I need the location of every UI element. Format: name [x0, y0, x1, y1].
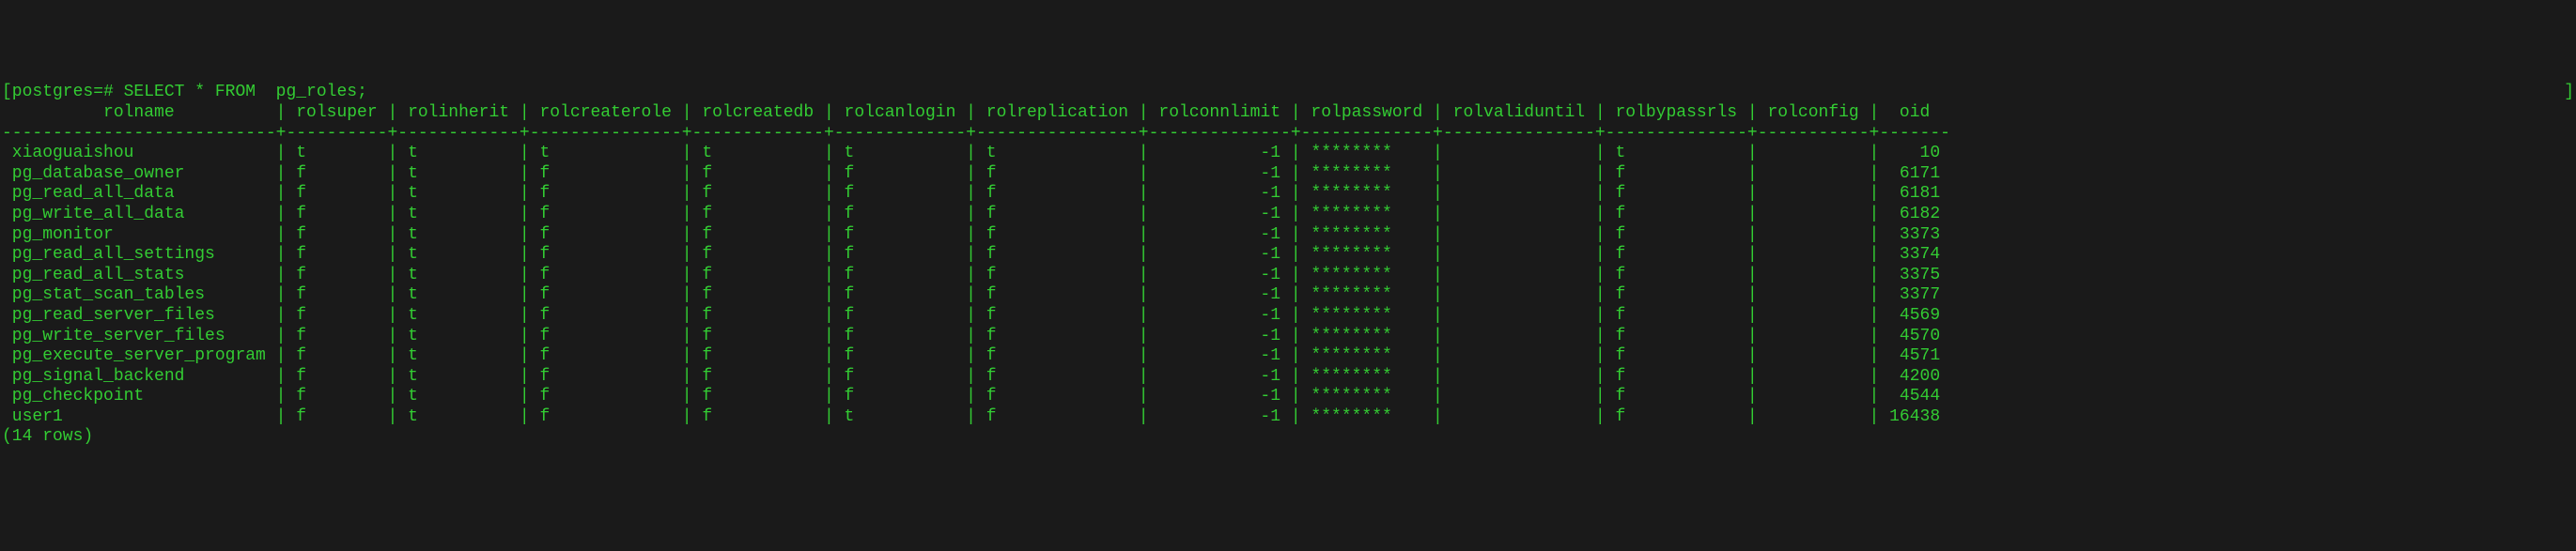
sql-query: SELECT * FROM pg_roles;: [124, 83, 367, 101]
cursor-bracket: ]: [2564, 83, 2574, 103]
footer: (14 rows): [2, 427, 93, 446]
data-rows: xiaoguaishou | t | t | t | t | t | t | -…: [2, 144, 1950, 426]
header-row: rolname | rolsuper | rolinherit | rolcre…: [2, 103, 1950, 122]
prompt: [postgres=#: [2, 83, 124, 101]
separator-row: ---------------------------+----------+-…: [2, 124, 1950, 143]
terminal-output: [postgres=# SELECT * FROM pg_roles;] rol…: [2, 83, 2574, 448]
